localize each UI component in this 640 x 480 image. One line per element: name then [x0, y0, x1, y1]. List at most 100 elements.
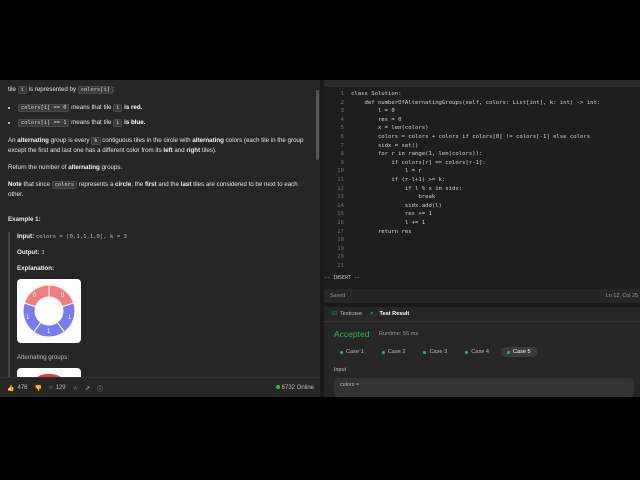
case-tab-1[interactable]: Case 1 — [334, 347, 370, 357]
app-frame: tile i is represented by colors[i]: colo… — [0, 80, 640, 397]
result-tabs: ☑ Testcase >_ Test Result — [324, 307, 640, 322]
editor-footer: Saved Ln 12, Col 25 — [324, 289, 640, 303]
example-block: Input: colors = [0,1,1,1,0], k = 3 Outpu… — [8, 232, 304, 377]
result-status: Accepted — [334, 329, 370, 339]
color-rules-list: colors[i] == 0 means that tile i is red.… — [8, 103, 304, 128]
pass-dot-icon — [340, 350, 343, 354]
example-title: Example 1: — [8, 216, 41, 223]
return-statement: Return the number of alternating groups. — [8, 164, 123, 171]
line-text: if (r-l+1) >= k: — [351, 176, 446, 183]
line-text: sidx.add(l) — [351, 202, 442, 209]
case-tab-3[interactable]: Case 3 — [417, 347, 453, 357]
code-line[interactable]: 10 l = r — [324, 167, 640, 176]
line-number: 5 — [340, 125, 344, 132]
code-line[interactable]: 14 sidx.add(l) — [324, 202, 640, 211]
help-button[interactable]: ⓘ — [97, 384, 103, 393]
line-number: 9 — [340, 159, 344, 166]
test-result-panel: ☑ Testcase >_ Test Result Accepted Runti… — [324, 307, 640, 397]
description-footer: 👍 476 👎 ○ 129 ☆ ↗ ⓘ 6732 Online — [0, 377, 320, 397]
line-text: for r in range(1, len(colors)): — [351, 151, 483, 158]
help-icon: ⓘ — [97, 386, 104, 393]
code-line[interactable]: 17 return res — [324, 228, 640, 237]
pass-dot-icon — [506, 350, 510, 354]
code-line[interactable]: 6 colors = colors + colors if colors[0] … — [324, 133, 640, 142]
code-line[interactable]: 2 def numberOfAlternatingGroups(self, co… — [324, 99, 640, 108]
tile-representation-line: tile i is represented by colors[i]: — [8, 86, 115, 94]
case-tabs: Case 1 Case 2 Case 3 Case 4 Case 5 — [334, 347, 537, 357]
input-value-box: colors = — [334, 378, 634, 397]
code-line[interactable]: 8 for r in range(1, len(colors)): — [324, 150, 640, 159]
code-i: i — [17, 86, 27, 94]
alternating-groups-label: Alternating groups: — [17, 354, 69, 361]
line-text: break — [351, 194, 436, 201]
code-line[interactable]: 7 sidx = set() — [324, 142, 640, 151]
saved-status: Saved — [330, 293, 346, 299]
code-line[interactable]: 15 res += 1 — [324, 210, 640, 219]
line-number: 14 — [337, 202, 344, 209]
share-button[interactable]: ↗ — [85, 385, 90, 392]
tab-test-result[interactable]: >_ Test Result — [370, 311, 409, 317]
pass-dot-icon — [381, 350, 385, 354]
line-number: 11 — [337, 176, 344, 183]
code-line[interactable]: 20 — [324, 253, 640, 262]
star-icon: ☆ — [72, 385, 79, 392]
case-tab-4[interactable]: Case 4 — [459, 347, 495, 357]
example-output: Output: 3 — [17, 249, 45, 256]
favorite-button[interactable]: ☆ — [73, 385, 78, 392]
line-text: colors = colors + colors if colors[0] !=… — [351, 133, 591, 140]
code-line[interactable]: 18 — [324, 236, 640, 245]
case-tab-2[interactable]: Case 2 — [376, 347, 412, 357]
line-text: l = 0 — [351, 108, 395, 115]
line-number: 20 — [337, 254, 344, 261]
line-text: res += 1 — [351, 211, 432, 218]
comments-button[interactable]: ○ 129 — [49, 385, 66, 391]
line-text: sidx = set() — [351, 142, 419, 149]
dislike-button[interactable]: 👎 — [35, 385, 42, 392]
code-line[interactable]: 1 class Solution: — [324, 90, 640, 99]
input-label: Input — [334, 367, 346, 373]
example-explanation-label: Explanation: — [17, 265, 55, 272]
code-editor[interactable]: 1 class Solution: 2 def numberOfAlternatin… — [324, 80, 640, 300]
code-line[interactable]: 11 if (r-l+1) >= k: — [324, 176, 640, 185]
line-number: 4 — [340, 116, 344, 123]
line-text: return res — [351, 228, 412, 235]
input-first-line: colors = — [340, 382, 360, 388]
description-panel: tile i is represented by colors[i]: colo… — [0, 80, 320, 397]
example-input: Input: colors = [0,1,1,1,0], k = 3 — [17, 233, 127, 240]
tab-testcase[interactable]: ☑ Testcase — [332, 311, 362, 317]
online-count: 6732 Online — [275, 385, 314, 391]
tile-ring-partial — [36, 374, 62, 377]
code-line[interactable]: 19 — [324, 245, 640, 254]
code-line[interactable]: 9 if colors[r] == colors[r-1]: — [324, 159, 640, 168]
code-line[interactable]: 12 if l % x in sidx: — [324, 185, 640, 194]
vim-mode: -- INSERT -- — [324, 275, 640, 283]
line-text: if colors[r] == colors[r-1]: — [351, 159, 486, 166]
code-line[interactable]: 4 res = 0 — [324, 116, 640, 125]
note-paragraph: Note that since colors represents a circ… — [8, 181, 298, 198]
like-button[interactable]: 👍 476 — [7, 385, 28, 392]
code-line[interactable]: 16 l += 1 — [324, 219, 640, 228]
description-scrollbar[interactable] — [316, 90, 319, 160]
alternating-definition: An alternating group is every k contiguo… — [8, 137, 304, 154]
code-line[interactable]: 3 l = 0 — [324, 107, 640, 116]
line-number: 15 — [337, 211, 344, 218]
circle-diagram: 0 1 1 1 0 — [17, 279, 81, 343]
rule-blue: colors[i] == 1 means that tile i is blue… — [18, 118, 304, 128]
line-number: 17 — [337, 228, 344, 235]
code-line[interactable]: 13 break — [324, 193, 640, 202]
rule-red: colors[i] == 0 means that tile i is red. — [18, 103, 304, 113]
code-line[interactable]: 5 x = len(colors) — [324, 124, 640, 133]
case-tab-5[interactable]: Case 5 — [500, 347, 537, 357]
description-content: tile i is represented by colors[i]: colo… — [8, 80, 304, 377]
line-number: 16 — [337, 219, 344, 226]
code-line[interactable]: 21 — [324, 262, 640, 271]
line-number: 6 — [340, 133, 344, 140]
share-icon: ↗ — [85, 385, 91, 392]
code-lines[interactable]: 1 class Solution: 2 def numberOfAlternatin… — [324, 90, 640, 270]
line-text: res = 0 — [351, 116, 402, 123]
line-text: l = r — [351, 168, 422, 175]
line-number: 18 — [337, 237, 344, 244]
editor-tab-bar — [324, 80, 640, 87]
line-number: 12 — [337, 185, 344, 192]
tile-arc-4 — [23, 284, 50, 308]
